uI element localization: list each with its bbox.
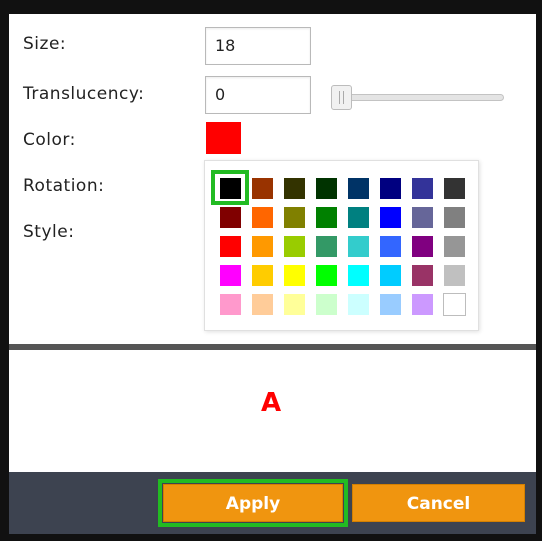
color-swatch[interactable] xyxy=(206,122,241,154)
palette-swatch[interactable] xyxy=(284,265,305,286)
palette-swatch[interactable] xyxy=(316,294,337,315)
palette-swatch[interactable] xyxy=(220,236,241,257)
palette-swatch[interactable] xyxy=(380,265,401,286)
palette-swatch[interactable] xyxy=(444,207,465,228)
settings-panel: Size: 18 Translucency: 0 Color: Rotation… xyxy=(9,14,536,344)
palette-swatch[interactable] xyxy=(444,178,465,199)
palette-swatch[interactable] xyxy=(284,178,305,199)
palette-swatch[interactable] xyxy=(220,265,241,286)
palette-swatch[interactable] xyxy=(380,178,401,199)
palette-swatch[interactable] xyxy=(348,236,369,257)
translucency-slider[interactable] xyxy=(339,94,504,101)
apply-button[interactable]: Apply xyxy=(163,484,343,522)
cancel-button[interactable]: Cancel xyxy=(352,484,525,522)
palette-swatch[interactable] xyxy=(443,293,466,316)
dialog-frame: Size: 18 Translucency: 0 Color: Rotation… xyxy=(0,0,542,541)
palette-swatch[interactable] xyxy=(252,178,273,199)
palette-swatch[interactable] xyxy=(316,236,337,257)
palette-swatch[interactable] xyxy=(316,265,337,286)
color-palette xyxy=(204,160,479,331)
palette-swatch[interactable] xyxy=(220,294,241,315)
palette-swatch[interactable] xyxy=(380,294,401,315)
palette-swatch[interactable] xyxy=(284,294,305,315)
palette-swatch[interactable] xyxy=(380,207,401,228)
size-input[interactable]: 18 xyxy=(205,27,311,65)
palette-swatch[interactable] xyxy=(316,178,337,199)
palette-swatch[interactable] xyxy=(252,236,273,257)
size-label: Size: xyxy=(23,34,67,54)
footer-bar: Apply Cancel xyxy=(9,472,536,534)
palette-swatch[interactable] xyxy=(316,207,337,228)
palette-swatch[interactable] xyxy=(284,236,305,257)
palette-swatch[interactable] xyxy=(252,265,273,286)
palette-swatch[interactable] xyxy=(444,265,465,286)
palette-swatch[interactable] xyxy=(412,294,433,315)
palette-swatch[interactable] xyxy=(348,294,369,315)
palette-swatch[interactable] xyxy=(252,207,273,228)
translucency-slider-thumb[interactable] xyxy=(331,85,352,110)
palette-swatch[interactable] xyxy=(412,207,433,228)
preview-area: A xyxy=(9,350,536,472)
preview-text: A xyxy=(261,388,282,418)
palette-swatch[interactable] xyxy=(380,236,401,257)
palette-swatch[interactable] xyxy=(252,294,273,315)
translucency-input[interactable]: 0 xyxy=(205,76,311,114)
palette-swatch[interactable] xyxy=(412,265,433,286)
palette-swatch[interactable] xyxy=(348,207,369,228)
style-label: Style: xyxy=(23,222,75,242)
translucency-label: Translucency: xyxy=(23,84,145,104)
palette-swatch[interactable] xyxy=(444,236,465,257)
palette-swatch[interactable] xyxy=(412,236,433,257)
palette-swatch[interactable] xyxy=(220,207,241,228)
rotation-label: Rotation: xyxy=(23,176,105,196)
palette-swatch[interactable] xyxy=(348,265,369,286)
palette-swatch[interactable] xyxy=(220,178,241,199)
palette-swatch[interactable] xyxy=(412,178,433,199)
palette-swatch[interactable] xyxy=(348,178,369,199)
color-label: Color: xyxy=(23,130,76,150)
palette-swatch[interactable] xyxy=(284,207,305,228)
